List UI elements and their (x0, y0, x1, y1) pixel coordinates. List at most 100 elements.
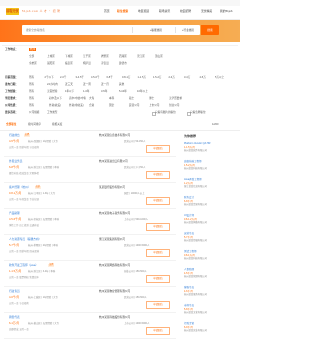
job-title[interactable]: 软件开发工程师（java） (9, 264, 38, 267)
salary-option[interactable]: 0.8-1万 (122, 76, 131, 79)
edu-option[interactable]: 所有 (29, 97, 34, 100)
company_type-option[interactable]: 上市公司 (149, 104, 159, 107)
date-option[interactable]: 近三天 (65, 83, 73, 86)
salary-option[interactable]: 3-4.5千 (76, 76, 85, 79)
sidebar-job-title[interactable]: 运营专员 (184, 232, 194, 235)
job-title[interactable]: 外贸业务员 (9, 160, 22, 163)
exp-option[interactable]: 3-5年 (101, 90, 107, 93)
sidebar-job-item[interactable]: 人事助理 4-5千/月 杭州某某管理有限公司 (184, 268, 234, 280)
job-title[interactable]: 人力资源专员（薪酬方向） (9, 238, 41, 241)
job-title[interactable]: 客户经理（杭州） (9, 186, 31, 189)
salary-option[interactable]: 2-3万 (169, 76, 175, 79)
company-size-dropdown[interactable]: 公司规模 (29, 111, 39, 114)
exp-option[interactable]: 1年以下 (65, 90, 74, 93)
area-option[interactable]: 淳安县 (101, 62, 109, 65)
company_type-option[interactable]: 创业公司 (169, 104, 179, 107)
sidebar-job-title[interactable]: 高级前端工程师 (184, 160, 202, 163)
nav-area[interactable]: 地区频道 (138, 10, 149, 13)
salary-option[interactable]: 所有 (29, 76, 34, 79)
area-option[interactable]: 上城区 (47, 55, 55, 58)
company-name[interactable]: 浙江某某集团有限公司 (99, 238, 125, 241)
edu-option[interactable]: 初中及以下 (49, 97, 62, 100)
area-option[interactable]: 西湖区 (119, 55, 127, 58)
salary-option[interactable]: 1.5-2万 (153, 76, 162, 79)
sidebar-job-item[interactable]: 测试工程师 0.8-1万/月 杭州某某科技有限公司 (184, 250, 234, 262)
industry-category-field[interactable]: +行业类别 (182, 29, 194, 32)
nav-campus[interactable]: 校园招聘 (180, 10, 191, 13)
job-title[interactable]: 行政前台 (9, 134, 20, 137)
company-name[interactable]: 某某银行股份有限公司 (99, 186, 125, 189)
date-option[interactable]: 近一周 (83, 83, 91, 86)
area-option[interactable]: 富阳区 (47, 62, 55, 65)
nav-elite[interactable]: 无忧精英 (201, 10, 212, 13)
job-title[interactable]: 行政专员 (9, 290, 20, 293)
apply-button[interactable]: 申请职位 (146, 145, 170, 153)
date-option[interactable]: 所有 (29, 83, 34, 86)
area-option[interactable]: 拱墅区 (101, 55, 109, 58)
sidebar-job-title[interactable]: 市场专员 (184, 304, 194, 307)
apply-button[interactable]: 申请职位 (146, 301, 170, 309)
nav-job-search[interactable]: 职位搜索 (117, 10, 128, 13)
nav-home[interactable]: 首页 (104, 10, 110, 13)
area-option[interactable]: 余杭区 (29, 62, 37, 65)
sidebar-job-title[interactable]: 客服专员 (184, 286, 194, 289)
sidebar-job-title[interactable]: 测试工程师 (184, 250, 197, 253)
job-title[interactable]: 销售代表 (9, 316, 20, 319)
salary-option[interactable]: 4-5万 (200, 76, 206, 79)
exp-option[interactable]: 5-10年 (119, 90, 127, 93)
edu-option[interactable]: 本科 (109, 97, 114, 100)
salary-option[interactable]: 6-8千 (107, 76, 113, 79)
apply-button[interactable]: 申请职位 (146, 275, 170, 283)
company-name[interactable]: 杭州某某电子商务有限公司 (99, 212, 130, 215)
edu-option[interactable]: 无学历要求 (169, 97, 182, 100)
area-option[interactable]: 全部 (29, 55, 34, 58)
salary-option[interactable]: 2千以下 (45, 76, 54, 79)
company_type-option[interactable]: 外资(欧美) (49, 104, 61, 107)
company_type-option[interactable]: 合资 (89, 104, 94, 107)
company_type-option[interactable]: 外资(非欧美) (69, 104, 84, 107)
edu-option[interactable]: 硕士 (129, 97, 134, 100)
exp-option[interactable]: 10年以上 (137, 90, 148, 93)
sidebar-job-item[interactable]: 运营专员 5-7千/月 杭州某某传媒有限公司 (184, 232, 234, 244)
date-option[interactable]: 其他 (119, 83, 124, 86)
area-option[interactable]: 临安区 (65, 62, 73, 65)
sidebar-job-item[interactable]: 市场专员 5-8千/月 杭州某某文化有限公司 (184, 304, 234, 316)
function-category-field[interactable]: +职能类别 (150, 29, 162, 32)
area-option[interactable]: 滨江区 (137, 55, 145, 58)
salary-option[interactable]: 3-4万 (184, 76, 190, 79)
apply-button[interactable]: 申请职位 (146, 223, 170, 231)
company-name[interactable]: 杭州某某进出口有限公司 (99, 160, 128, 163)
date-option[interactable]: 近一月 (101, 83, 109, 86)
edu-option[interactable]: 博士 (149, 97, 154, 100)
salary-option[interactable]: 1-1.5万 (138, 76, 147, 79)
sidebar-job-item[interactable]: 财务会计 6-8千/月 杭州某某贸易有限公司 (184, 196, 234, 208)
job-title[interactable]: 产品助理 (9, 212, 20, 215)
sidebar-job-item[interactable]: Platform Vendor QA HR 1-1.5万/月 杭州某某软件有限公司 (184, 142, 234, 154)
apply-button[interactable]: 申请职位 (146, 327, 170, 335)
sidebar-job-title[interactable]: Java开发工程师 (184, 178, 202, 181)
company_type-option[interactable]: 所有 (29, 104, 34, 107)
sidebar-job-title[interactable]: 人事助理 (184, 268, 194, 271)
sidebar-job-title[interactable]: 财务会计 (184, 196, 194, 199)
exp-option[interactable]: 无需经验 (47, 90, 57, 93)
apply-button[interactable]: 申请职位 (146, 171, 170, 179)
area-option[interactable]: 桐庐县 (83, 62, 91, 65)
exp-option[interactable]: 1-3年 (83, 90, 89, 93)
apply-button[interactable]: 申请职位 (146, 249, 170, 257)
sidebar-job-item[interactable]: 高级前端工程师 1.5-2万/月 杭州某某科技有限公司 (184, 160, 234, 172)
sort-tab-time[interactable]: 按时间排序 (28, 123, 41, 126)
sidebar-job-title[interactable]: UI设计师 (184, 214, 194, 217)
exp-option[interactable]: 所有 (29, 90, 34, 93)
job-type-dropdown[interactable]: 工作类型 (47, 111, 57, 114)
company-name[interactable]: 杭州某某网络科技有限公司 (99, 264, 130, 267)
search-button[interactable]: 搜索 (201, 25, 219, 35)
sidebar-job-title[interactable]: 行政主管 (184, 322, 194, 325)
site-logo[interactable]: 前程无忧 (6, 8, 19, 15)
sort-tab-all[interactable]: 全部职位 (6, 123, 16, 126)
sidebar-job-item[interactable]: UI设计师 0.8-1.2万/月 杭州某某网络有限公司 (184, 214, 234, 226)
area-option[interactable]: 江干区 (83, 55, 91, 58)
company_type-option[interactable]: 国企 (109, 104, 114, 107)
company-name[interactable]: 杭州某某科技股份有限公司 (99, 316, 130, 319)
company-name[interactable]: 杭州某某物业管理有限公司 (99, 290, 130, 293)
nav-my51job[interactable]: 我的51job (220, 10, 232, 13)
